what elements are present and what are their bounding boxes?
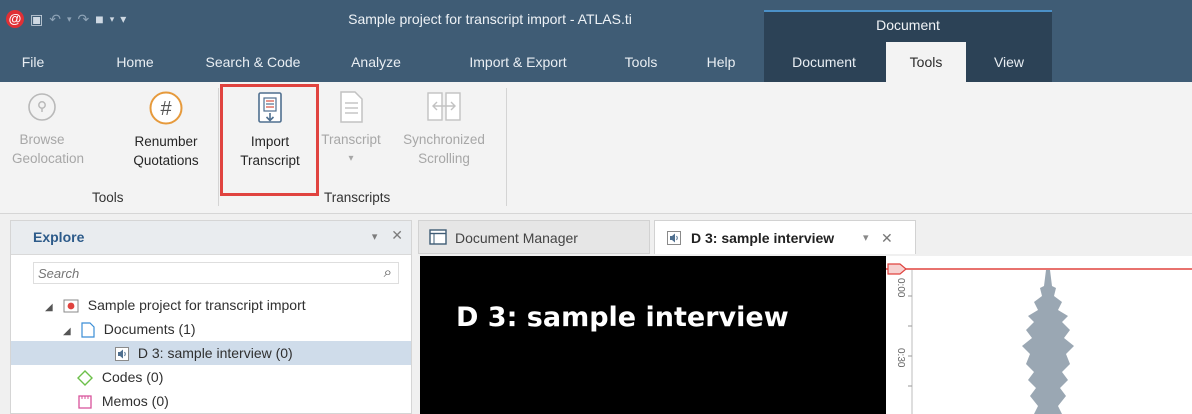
tab-view[interactable]: View bbox=[976, 42, 1042, 82]
tab-search-code[interactable]: Search & Code bbox=[194, 42, 312, 82]
browse-geolocation-label-2: Geolocation bbox=[12, 151, 85, 166]
map-pin-icon bbox=[28, 93, 56, 121]
ribbon-tab-bar: File Home Search & Code Analyze Import &… bbox=[0, 42, 1192, 82]
tab-home[interactable]: Home bbox=[100, 42, 170, 82]
customize-toolbar-icon[interactable]: ▾ bbox=[120, 10, 126, 28]
waveform-graphic: 0:00 0:30 bbox=[886, 263, 1192, 414]
document-tab-strip: Document Manager D 3: sample interview ▾… bbox=[418, 220, 1192, 254]
code-diamond-icon bbox=[77, 370, 93, 387]
context-tab-group-label: Document bbox=[764, 10, 1052, 42]
tree-item-documents[interactable]: ◢ Documents (1) bbox=[63, 317, 196, 341]
workspace: Explore ▾ ✕ ⌕ ◢ Sample project for trans… bbox=[0, 214, 1192, 414]
tab-document-manager[interactable]: Document Manager bbox=[418, 220, 650, 254]
tab-label: Document Manager bbox=[455, 230, 578, 246]
ribbon: Browse Geolocation # Renumber Quotations… bbox=[0, 82, 1192, 214]
project-icon bbox=[63, 299, 79, 313]
svg-text:#: # bbox=[160, 98, 172, 120]
ribbon-group-tools-label: Tools bbox=[92, 190, 124, 205]
tab-tools[interactable]: Tools bbox=[612, 42, 670, 82]
tree-item-label: Documents (1) bbox=[103, 321, 196, 337]
transcript-document-icon bbox=[340, 91, 363, 123]
save-icon[interactable]: ▣ bbox=[30, 10, 43, 28]
synchronized-scrolling-button[interactable]: Synchronized Scrolling bbox=[392, 90, 496, 168]
redo-icon[interactable]: ↷ bbox=[78, 10, 90, 28]
search-icon[interactable]: ⌕ bbox=[384, 264, 392, 281]
tree-item-label: Codes (0) bbox=[101, 369, 164, 385]
undo-icon[interactable]: ↶ bbox=[49, 10, 61, 28]
tree-item-memos[interactable]: Memos (0) bbox=[77, 389, 169, 413]
ribbon-group-transcripts-label: Transcripts bbox=[324, 190, 391, 205]
tab-document-tools[interactable]: Tools bbox=[886, 42, 966, 82]
explore-pane: Explore ▾ ✕ ⌕ ◢ Sample project for trans… bbox=[10, 220, 412, 414]
expand-triangle-icon[interactable]: ◢ bbox=[45, 296, 59, 320]
tree-item-label: Memos (0) bbox=[101, 393, 169, 409]
ribbon-separator bbox=[506, 88, 507, 206]
synchronized-scrolling-label-1: Synchronized bbox=[403, 132, 485, 147]
pane-options-icon[interactable]: ▾ bbox=[372, 231, 378, 243]
browse-geolocation-label-1: Browse bbox=[19, 132, 65, 147]
document-view: D 3: sample interview 0:00 0:30 bbox=[420, 256, 1192, 414]
transcript-dropdown-arrow: ▾ bbox=[348, 153, 354, 164]
renumber-quotations-label-2: Quotations bbox=[133, 153, 199, 168]
transcript-label: Transcript bbox=[321, 132, 381, 147]
window-title: Sample project for transcript import - A… bbox=[348, 11, 632, 27]
tab-file[interactable]: File bbox=[4, 42, 62, 82]
explore-title: Explore bbox=[33, 229, 85, 245]
document-manager-icon bbox=[429, 229, 447, 245]
tree-item-label: Sample project for transcript import bbox=[87, 297, 306, 313]
window-layout-icon[interactable]: ■ bbox=[95, 10, 103, 28]
search-input[interactable] bbox=[34, 263, 364, 283]
tree-item-d3-sample-interview[interactable]: D 3: sample interview (0) bbox=[11, 341, 411, 365]
renumber-quotations-button[interactable]: # Renumber Quotations bbox=[120, 90, 212, 170]
highlight-annotation-box bbox=[220, 84, 319, 196]
timeline-mark-30: 0:30 bbox=[895, 348, 906, 368]
document-folder-icon bbox=[81, 322, 95, 338]
audio-timeline[interactable]: 0:00 0:30 bbox=[886, 256, 1192, 414]
explore-search: ⌕ bbox=[33, 262, 399, 284]
tab-d3-sample-interview[interactable]: D 3: sample interview ▾ ✕ bbox=[654, 220, 916, 254]
close-pane-icon[interactable]: ✕ bbox=[391, 227, 403, 243]
hash-icon: # bbox=[149, 91, 183, 125]
explore-header: Explore ▾ ✕ bbox=[11, 221, 411, 255]
title-bar: @ ▣ ↶ ▾ ↷ ■ ▾ ▾ Sample project for trans… bbox=[0, 0, 1192, 42]
memo-icon bbox=[78, 395, 92, 409]
audio-document-icon bbox=[115, 347, 129, 362]
sync-scroll-icon bbox=[427, 92, 461, 121]
layout-dropdown-icon[interactable]: ▾ bbox=[110, 10, 115, 28]
tab-label: D 3: sample interview bbox=[691, 230, 835, 246]
ribbon-separator bbox=[218, 88, 219, 206]
tab-analyze[interactable]: Analyze bbox=[336, 42, 416, 82]
tab-help[interactable]: Help bbox=[694, 42, 748, 82]
tab-document[interactable]: Document bbox=[772, 42, 876, 82]
synchronized-scrolling-label-2: Scrolling bbox=[418, 151, 470, 166]
tree-item-codes[interactable]: Codes (0) bbox=[77, 365, 163, 389]
tab-options-icon[interactable]: ▾ bbox=[863, 221, 869, 255]
timeline-mark-0: 0:00 bbox=[895, 278, 906, 298]
tab-import-export[interactable]: Import & Export bbox=[444, 42, 592, 82]
quick-access-toolbar: @ ▣ ↶ ▾ ↷ ■ ▾ ▾ bbox=[6, 8, 126, 30]
media-pane: D 3: sample interview bbox=[420, 256, 886, 414]
close-tab-icon[interactable]: ✕ bbox=[881, 221, 893, 255]
atlas-logo-icon[interactable]: @ bbox=[6, 10, 24, 28]
transcript-dropdown-button[interactable]: Transcript ▾ bbox=[320, 90, 382, 168]
renumber-quotations-label-1: Renumber bbox=[134, 134, 198, 149]
audio-document-icon bbox=[667, 231, 681, 245]
tree-item-project[interactable]: ◢ Sample project for transcript import bbox=[45, 293, 306, 317]
document-heading: D 3: sample interview bbox=[456, 302, 789, 333]
browse-geolocation-button[interactable]: Browse Geolocation bbox=[12, 90, 85, 168]
tree-item-label: D 3: sample interview (0) bbox=[137, 345, 293, 361]
undo-dropdown-icon[interactable]: ▾ bbox=[67, 10, 72, 28]
